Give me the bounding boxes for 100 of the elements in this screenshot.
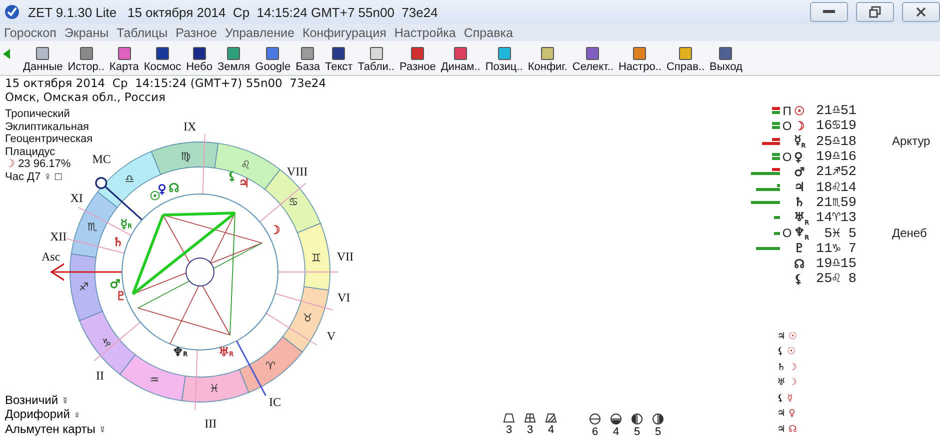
planet-glyph: ♆$_{R}$ xyxy=(794,224,809,239)
toolbar-button[interactable]: Настро.. xyxy=(617,47,662,73)
setting-text: Эклиптикальная xyxy=(5,120,90,134)
count-value: 6 xyxy=(592,427,598,437)
trapezoid-icon xyxy=(503,413,515,423)
minimize-button[interactable] xyxy=(810,2,848,22)
toolbar-button[interactable]: Табли.. xyxy=(356,47,396,73)
cusp-line xyxy=(274,293,333,311)
menu-item[interactable]: Управление xyxy=(224,26,294,40)
reception-pair: ⚸ ☿ xyxy=(777,392,794,406)
menu-item[interactable]: Экраны xyxy=(64,26,109,40)
chart-place: Омск, Омская обл., Россия xyxy=(4,90,166,104)
back-arrow-icon[interactable] xyxy=(3,49,11,59)
planetary-hour: Час Д7 ♀ □ xyxy=(5,170,63,184)
house-label: XI xyxy=(70,190,83,205)
restore-button[interactable] xyxy=(856,2,894,22)
marker-letter: О xyxy=(782,150,792,164)
moon-phase: ☽ 23 96.17% xyxy=(5,158,72,171)
sign-glyph: ♉ xyxy=(302,312,313,325)
cusp-line xyxy=(259,182,306,222)
grid-trapezoid-icon xyxy=(524,413,536,423)
planet-glyph: ♇ xyxy=(794,241,805,256)
close-icon xyxy=(916,7,926,17)
planet-position: 18♌14 xyxy=(816,180,858,196)
window-title: ZET 9.1.30 Lite 15 октября 2014 Ср 14:15:24 GMT+7 55n00 73e24 xyxy=(28,4,439,20)
sign-glyph: ♐ xyxy=(78,280,89,294)
toolbar-button[interactable]: Позиц.. xyxy=(484,47,524,73)
close-button[interactable] xyxy=(902,2,940,22)
circle-bar-icon xyxy=(589,413,601,425)
planet-position: 5♓ 5 xyxy=(823,226,858,242)
toolbar-button[interactable]: Истор.. xyxy=(66,47,106,73)
reception-pair: ♃ ☊ xyxy=(777,422,798,437)
app-logo-icon xyxy=(4,4,20,20)
asc-arrow xyxy=(50,263,122,281)
sign-glyph: ♒ xyxy=(149,374,160,387)
half-circle-icon xyxy=(610,413,622,425)
marker-letter: П xyxy=(782,104,792,118)
planet-position: 25♌ 8 xyxy=(816,271,858,288)
toolbar-button[interactable]: Небо xyxy=(185,47,214,73)
setting-text: Геоцентрическая xyxy=(5,133,93,146)
sign-glyph: ♍ xyxy=(180,150,191,163)
marker-letter: О xyxy=(782,118,792,133)
planet-position: 21♏59 xyxy=(816,194,858,211)
restore-icon xyxy=(869,6,881,18)
planet-position: 14♈13 xyxy=(816,210,858,226)
toolbar-button[interactable]: Текст xyxy=(324,47,354,73)
cusp-line xyxy=(66,238,124,254)
toolbar-button[interactable]: База xyxy=(294,47,321,73)
menu-item[interactable]: Гороскоп xyxy=(4,26,56,40)
ruler-text: Альмутен карты ☿ xyxy=(5,422,106,437)
planet-glyph: ☊ xyxy=(168,181,180,195)
mc-marker-drawing xyxy=(95,177,143,220)
toolbar-button[interactable]: Карта xyxy=(108,47,140,73)
sign-glyph: ♏ xyxy=(87,220,98,234)
toolbar-button[interactable]: Google xyxy=(254,47,292,73)
planet-position: 21♐52 xyxy=(816,164,858,180)
sign-glyph: ♎ xyxy=(124,172,135,186)
planet-glyph: ♇ xyxy=(116,289,126,303)
marker-letter: О xyxy=(782,226,792,240)
menu-item[interactable]: Справка xyxy=(464,26,513,40)
planet-glyph: ☽ xyxy=(270,223,280,237)
planet-glyph: ♃ xyxy=(794,180,805,194)
planet-glyph: ☿$_{R}$ xyxy=(794,133,806,148)
menu-item[interactable]: Настройка xyxy=(394,26,456,40)
planet-position: 11♑ 7 xyxy=(816,240,858,257)
ruler-text: Дорифорий ♀ xyxy=(5,408,82,422)
cusp-line xyxy=(202,134,206,194)
setting-text: Плацидус xyxy=(5,146,56,158)
toolbar-button[interactable]: Данные xyxy=(22,47,64,73)
house-label: III xyxy=(204,416,217,431)
planet-position: 19♎15 xyxy=(816,256,858,272)
toolbar-button[interactable]: Земля xyxy=(216,47,252,73)
sign-glyph: ♈ xyxy=(265,359,276,372)
toolbar-button[interactable]: Справ.. xyxy=(665,47,706,73)
toolbar-button[interactable]: Разное xyxy=(398,47,437,73)
menu-item[interactable]: Разное xyxy=(176,26,217,40)
house-label: IC xyxy=(269,394,281,409)
toolbar-button[interactable]: Селект.. xyxy=(571,47,614,73)
reception-pair: ♅ ☽ xyxy=(777,376,798,390)
count-value: 4 xyxy=(612,427,620,437)
cusp-line xyxy=(194,350,198,410)
planet-glyph: ♀ xyxy=(794,150,803,164)
count-value: 5 xyxy=(654,427,662,437)
split-circle-icon xyxy=(652,413,664,425)
house-label: VIII xyxy=(286,164,308,178)
toolbar-button[interactable]: Динам.. xyxy=(440,47,482,73)
house-label: Asc xyxy=(41,249,60,264)
toolbar-button[interactable]: Космос xyxy=(142,47,182,73)
menu-item[interactable]: Конфигурация xyxy=(302,26,386,40)
planet-position: 19♎16 xyxy=(816,149,858,166)
menu-item[interactable]: Таблицы xyxy=(116,26,168,40)
chart-date: 15 октября 2014 Ср 14:15:24 (GMT+7) 55n00 73e24 xyxy=(4,76,328,90)
cusp-line xyxy=(266,312,318,346)
toolbar-button[interactable]: Конфиг. xyxy=(526,47,568,73)
planet-glyph: ♂ xyxy=(794,164,805,179)
center-circle xyxy=(186,258,214,286)
reception-pair: ♃ ♀ xyxy=(777,407,797,422)
planet-position: 16♋19 xyxy=(816,118,858,134)
toolbar-button[interactable]: Выход xyxy=(708,47,744,73)
planet-glyph: ☽ xyxy=(794,118,805,133)
